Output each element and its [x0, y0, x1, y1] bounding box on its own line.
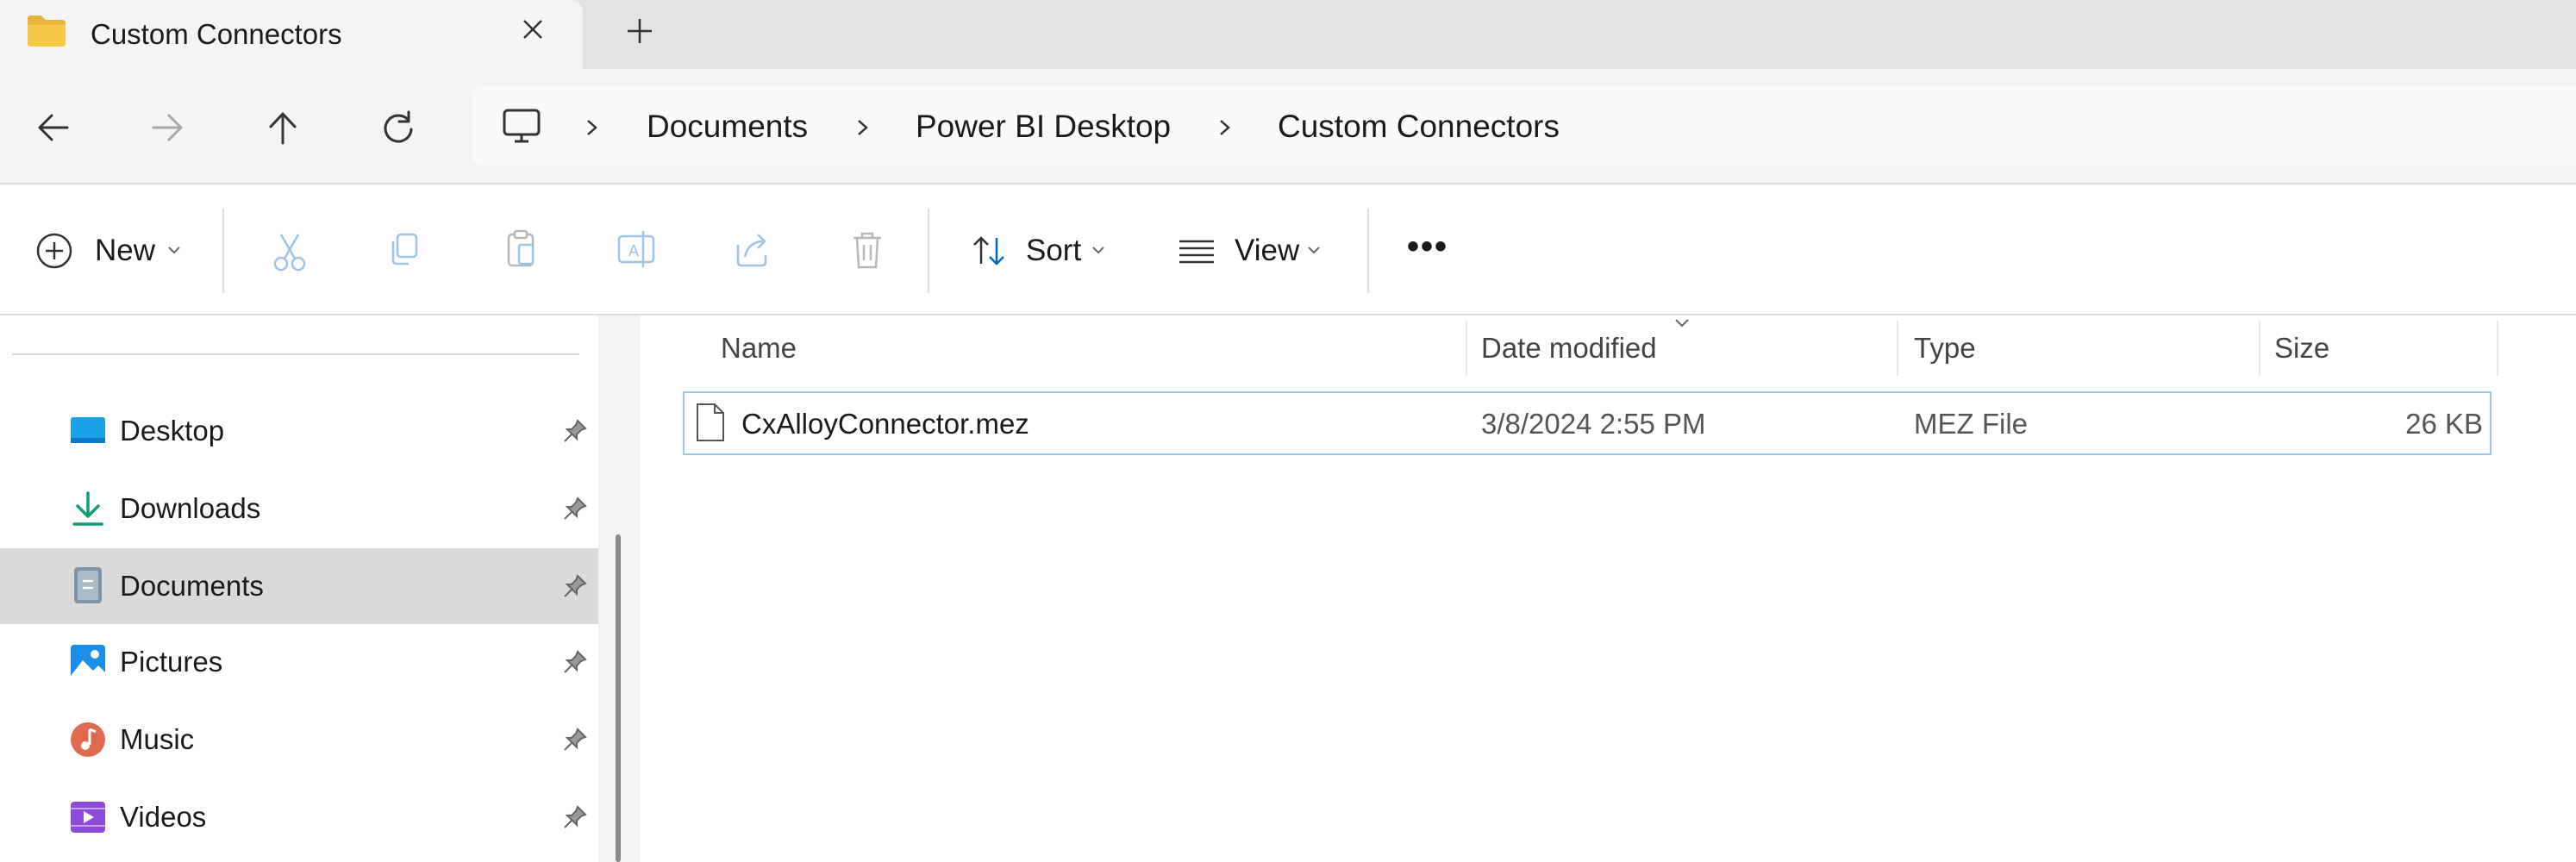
view-button[interactable]: View — [1176, 222, 1331, 279]
breadcrumb-power-bi-desktop[interactable]: Power BI Desktop — [916, 108, 1171, 146]
chevron-right-icon[interactable] — [579, 109, 605, 147]
column-divider[interactable] — [2497, 321, 2498, 376]
rename-icon: A — [617, 231, 655, 267]
pin-icon[interactable] — [562, 573, 588, 599]
column-header-size[interactable]: Size — [2274, 331, 2329, 365]
chevron-right-icon[interactable] — [1212, 109, 1238, 147]
sort-label: Sort — [1026, 234, 1082, 267]
refresh-button[interactable] — [374, 103, 422, 152]
svg-text:A: A — [628, 242, 639, 259]
sidebar-item-music[interactable]: Music — [0, 702, 598, 778]
trash-icon — [853, 232, 881, 269]
copy-button[interactable] — [383, 222, 428, 279]
file-date-modified: 3/8/2024 2:55 PM — [1481, 408, 1706, 440]
divider — [1367, 209, 1369, 293]
breadcrumb-custom-connectors[interactable]: Custom Connectors — [1278, 108, 1560, 146]
sidebar-item-label: Music — [120, 723, 195, 755]
folder-icon — [26, 14, 67, 48]
sidebar-item-label: Pictures — [120, 646, 223, 678]
cut-button[interactable] — [267, 222, 312, 279]
chevron-down-icon — [1090, 243, 1107, 257]
plus-icon — [628, 19, 652, 43]
file-size: 26 KB — [2405, 408, 2483, 440]
scissors-icon — [273, 234, 306, 272]
share-icon — [736, 234, 767, 267]
share-button[interactable] — [729, 222, 774, 279]
copy-icon — [391, 233, 418, 265]
pin-icon[interactable] — [562, 496, 588, 522]
close-icon — [523, 20, 542, 39]
sort-button[interactable]: Sort — [967, 222, 1114, 279]
sidebar-item-label: Downloads — [120, 492, 261, 524]
sidebar-item-label: Documents — [120, 570, 264, 602]
column-divider[interactable] — [2259, 321, 2260, 376]
this-pc-icon[interactable] — [500, 105, 543, 148]
sidebar-item-documents[interactable]: Documents — [0, 548, 598, 624]
breadcrumb-documents[interactable]: Documents — [647, 108, 808, 146]
pin-icon[interactable] — [562, 649, 588, 675]
music-icon — [69, 721, 107, 759]
sort-indicator-icon — [1671, 315, 1693, 331]
desktop-icon — [69, 412, 107, 450]
divider — [12, 353, 579, 355]
new-tab-button[interactable] — [621, 12, 659, 50]
chevron-down-icon — [166, 243, 183, 257]
up-button[interactable] — [259, 103, 307, 152]
scrollbar-thumb[interactable] — [616, 534, 621, 862]
pin-icon[interactable] — [562, 418, 588, 444]
pictures-icon — [69, 643, 107, 681]
arrow-right-icon — [152, 114, 183, 141]
sidebar-item-label: Videos — [120, 801, 207, 833]
divider — [222, 209, 224, 293]
column-divider[interactable] — [1466, 321, 1467, 376]
download-icon — [69, 490, 107, 528]
pin-icon[interactable] — [562, 804, 588, 830]
pin-icon[interactable] — [562, 727, 588, 753]
see-more-button[interactable]: ••• — [1404, 222, 1452, 279]
documents-icon — [71, 565, 105, 605]
file-type: MEZ File — [1914, 408, 2028, 440]
divider — [928, 209, 929, 293]
file-icon — [695, 402, 726, 443]
view-list-icon — [1176, 231, 1217, 271]
sidebar-item-downloads[interactable]: Downloads — [0, 471, 598, 547]
file-name: CxAlloyConnector.mez — [741, 408, 1029, 440]
arrow-up-icon — [269, 112, 297, 145]
sidebar-item-videos[interactable]: Videos — [0, 779, 598, 855]
new-button[interactable]: New — [34, 222, 190, 279]
sidebar-item-pictures[interactable]: Pictures — [0, 624, 598, 700]
arrow-left-icon — [38, 114, 69, 141]
sidebar-item-desktop[interactable]: Desktop — [0, 393, 598, 469]
column-header-type[interactable]: Type — [1914, 331, 1976, 365]
clipboard-icon — [507, 229, 535, 267]
videos-icon — [69, 798, 107, 836]
plus-circle-icon — [34, 231, 74, 271]
column-header-name[interactable]: Name — [721, 331, 797, 365]
view-label: View — [1235, 234, 1300, 267]
chevron-right-icon[interactable] — [850, 109, 876, 147]
forward-button[interactable] — [143, 103, 191, 152]
sidebar-item-label: Desktop — [120, 415, 225, 447]
new-label: New — [95, 234, 156, 267]
back-button[interactable] — [29, 103, 78, 152]
tab-title: Custom Connectors — [91, 18, 342, 50]
paste-button[interactable] — [498, 222, 543, 279]
rename-button[interactable]: A — [614, 222, 659, 279]
more-icon: ••• — [1407, 228, 1449, 265]
chevron-down-icon — [1305, 243, 1322, 257]
sort-icon — [967, 229, 1010, 272]
column-divider[interactable] — [1897, 321, 1898, 376]
refresh-icon — [384, 110, 413, 143]
delete-button[interactable] — [845, 222, 890, 279]
column-header-date-modified[interactable]: Date modified — [1481, 331, 1657, 365]
close-tab-button[interactable] — [516, 12, 550, 47]
